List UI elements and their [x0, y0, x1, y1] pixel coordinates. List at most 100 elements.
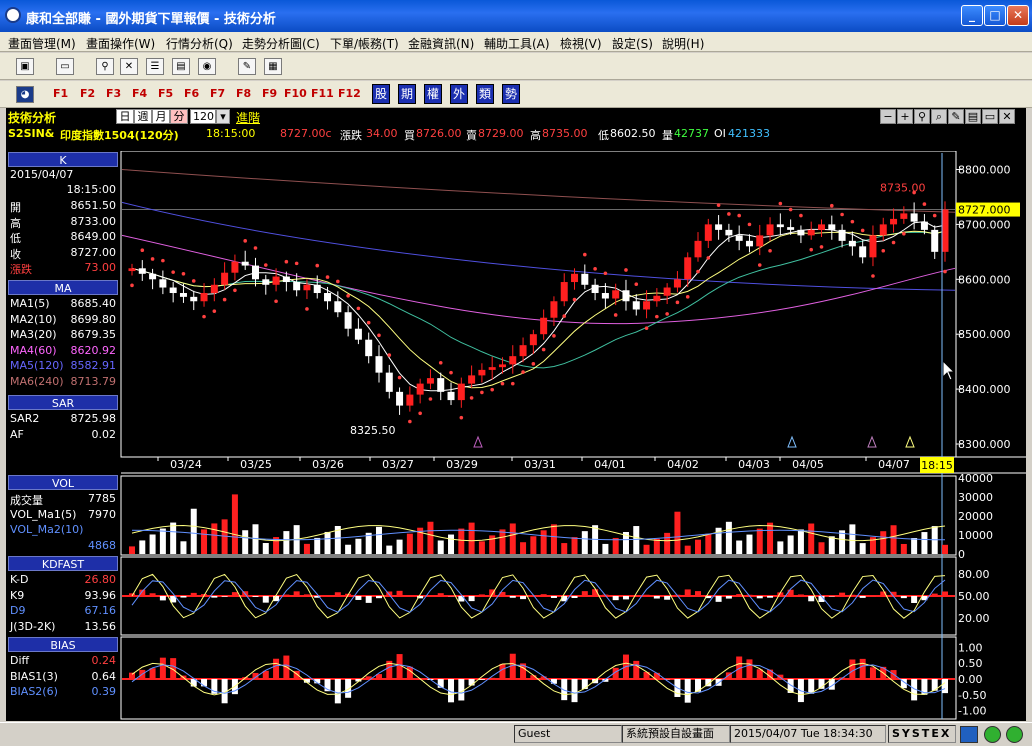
kd-row: K-D 26.80	[8, 573, 118, 588]
price-tick-label: 8300.000	[958, 438, 1011, 451]
sar-dot	[768, 248, 772, 253]
stock-button[interactable]: 股	[372, 84, 390, 104]
coin-icon[interactable]: ◉	[198, 58, 216, 75]
chart-canvas[interactable]: 8800.000 8700.000 8600.000 8500.000 8400.000…	[120, 150, 1026, 721]
fkey-f3[interactable]: F3	[106, 87, 121, 100]
zoom-icon[interactable]: ⚲	[96, 58, 114, 75]
candle-body	[797, 229, 805, 236]
fkey-f6[interactable]: F6	[184, 87, 199, 100]
candle-body	[818, 224, 826, 230]
candle-body	[426, 378, 434, 384]
candle-body	[190, 296, 198, 302]
print-icon[interactable]: ▤	[965, 109, 981, 124]
sar-dot	[531, 362, 536, 366]
ma-section-title[interactable]: MA	[8, 280, 118, 295]
volume-bar	[859, 543, 866, 554]
grid-icon[interactable]: ▤	[172, 58, 190, 75]
sar-dot	[706, 256, 711, 260]
magnify-icon[interactable]: ⌕	[931, 109, 947, 124]
period-minute[interactable]: 分	[170, 109, 188, 124]
high-label: 高	[530, 129, 541, 142]
kd-diff-bar	[211, 596, 218, 598]
title-bar[interactable]: 康和全部賺 - 國外期貨下單報價 - 技術分析 _ □ ✕	[0, 0, 1032, 32]
sar-dot	[377, 333, 381, 338]
minimize-button[interactable]: _	[961, 5, 983, 26]
zoom-in-icon[interactable]: +	[897, 109, 913, 124]
list-icon[interactable]: ☰	[146, 58, 164, 75]
kd-diff-bar	[581, 591, 588, 596]
fkey-f8[interactable]: F8	[236, 87, 251, 100]
volume-bar	[561, 543, 568, 554]
layout-icon[interactable]: ▣	[16, 58, 34, 75]
fkey-f11[interactable]: F11	[311, 87, 334, 100]
network-icon[interactable]	[960, 726, 978, 743]
advanced-link[interactable]: 進階	[236, 109, 260, 126]
fkey-f5[interactable]: F5	[158, 87, 173, 100]
period-day[interactable]: 日	[116, 109, 134, 124]
menu-screen-manage[interactable]: 畫面管理(M)	[8, 35, 76, 52]
volume-bar	[324, 531, 331, 554]
foreign-button[interactable]: 外	[450, 84, 468, 104]
zoom-out-icon[interactable]: −	[880, 109, 896, 124]
trend-button[interactable]: 勢	[502, 84, 520, 104]
menu-quote-analysis[interactable]: 行情分析(Q)	[166, 35, 233, 52]
close-window-icon[interactable]: ✕	[120, 58, 138, 75]
volume-bar	[756, 528, 763, 554]
vol-section-title[interactable]: VOL	[8, 475, 118, 490]
fkey-f2[interactable]: F2	[80, 87, 95, 100]
k-section-title[interactable]: K	[8, 152, 118, 167]
fkey-f9[interactable]: F9	[262, 87, 277, 100]
menu-screen-ops[interactable]: 畫面操作(W)	[86, 35, 155, 52]
volume-bar	[386, 545, 393, 554]
chart-window-icon[interactable]: ▦	[264, 58, 282, 75]
bias-bar	[273, 658, 280, 679]
menu-finance-info[interactable]: 金融資訊(N)	[408, 35, 474, 52]
fkey-f7[interactable]: F7	[210, 87, 225, 100]
fkey-f4[interactable]: F4	[132, 87, 147, 100]
fkey-f12[interactable]: F12	[338, 87, 361, 100]
kd-diff-bar	[252, 596, 259, 597]
fkey-f10[interactable]: F10	[284, 87, 307, 100]
futures-button[interactable]: 期	[398, 84, 416, 104]
tools-icon[interactable]: ✎	[948, 109, 964, 124]
kd-label: K9	[10, 588, 25, 602]
kd-diff-bar	[283, 594, 290, 596]
candle-body	[838, 229, 846, 241]
period-week[interactable]: 週	[134, 109, 152, 124]
candle-body	[282, 276, 290, 283]
ohlc-value: 8727.00	[70, 245, 117, 259]
technical-chart[interactable]: 8800.000 8700.000 8600.000 8500.000 8400.000…	[120, 150, 1026, 721]
bias-bar	[684, 679, 691, 703]
candle-body	[365, 339, 373, 357]
menu-trend-chart[interactable]: 走勢分析圖(C)	[242, 35, 320, 52]
brand-icon[interactable]: ◕	[16, 86, 34, 103]
menu-settings[interactable]: 設定(S)	[612, 35, 653, 52]
close-button[interactable]: ✕	[1007, 5, 1029, 26]
date-axis-label: 03/25	[240, 458, 272, 471]
kd-section-title[interactable]: KDFAST	[8, 556, 118, 571]
close-panel-icon[interactable]: ✕	[999, 109, 1015, 124]
kd-label: K-D	[10, 573, 29, 586]
monitor-icon[interactable]: ▭	[56, 58, 74, 75]
candle-body	[766, 224, 774, 236]
menu-help[interactable]: 說明(H)	[662, 35, 704, 52]
fkey-f1[interactable]: F1	[53, 87, 68, 100]
restore-panel-icon[interactable]: ▭	[982, 109, 998, 124]
sar-section-title[interactable]: SAR	[8, 395, 118, 410]
maximize-button[interactable]: □	[984, 5, 1006, 26]
volume-bar	[900, 543, 907, 554]
volume-bar	[880, 531, 887, 554]
category-button[interactable]: 類	[476, 84, 494, 104]
bias-section-title[interactable]: BIAS	[8, 637, 118, 652]
kd-diff-bar	[334, 592, 341, 596]
menu-view[interactable]: 檢視(V)	[560, 35, 602, 52]
period-month[interactable]: 月	[152, 109, 170, 124]
menu-tools[interactable]: 輔助工具(A)	[484, 35, 550, 52]
interval-input[interactable]: 120	[190, 109, 216, 124]
options-button[interactable]: 權	[424, 84, 442, 104]
price-tick-label: 8800.000	[958, 163, 1011, 176]
interval-dropdown-icon[interactable]: ▾	[216, 109, 230, 124]
pen-icon[interactable]: ✎	[238, 58, 256, 75]
menu-order-account[interactable]: 下單/帳務(T)	[330, 35, 399, 52]
search-icon[interactable]: ⚲	[914, 109, 930, 124]
